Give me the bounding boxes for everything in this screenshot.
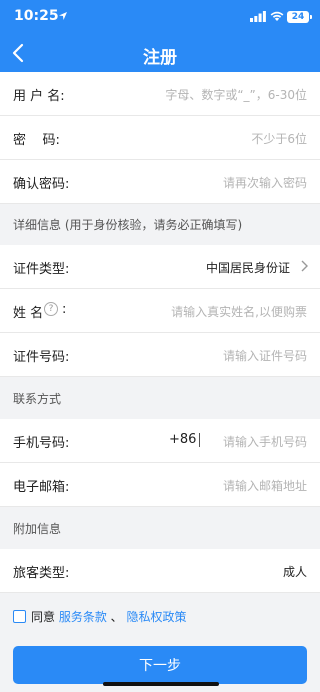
email-row[interactable]: 电子邮箱: 请输入邮箱地址 xyxy=(0,463,320,507)
next-button[interactable]: 下一步 xyxy=(13,646,307,684)
location-arrow-icon xyxy=(59,12,67,20)
phone-divider xyxy=(199,433,200,447)
home-indicator xyxy=(103,682,219,686)
username-input[interactable]: 字母、数字或“_”，6-30位 xyxy=(165,86,307,103)
question-circle-icon[interactable]: ? xyxy=(44,302,58,316)
confirm-password-label: 确认密码: xyxy=(13,177,70,192)
nav-bar: 注册 xyxy=(0,34,320,72)
name-row[interactable]: 姓 名 ? : 请输入真实姓名,以便购票 xyxy=(0,289,320,333)
id-type-row[interactable]: 证件类型: 中国居民身份证 xyxy=(0,245,320,289)
battery-level: 24 xyxy=(287,11,312,23)
id-type-value[interactable]: 中国居民身份证 xyxy=(206,259,290,276)
status-bar: 10:25 24 xyxy=(0,0,320,34)
chevron-right-icon[interactable] xyxy=(300,260,308,272)
name-colon: : xyxy=(62,302,67,317)
name-label: 姓 名 xyxy=(13,306,44,321)
id-type-label: 证件类型: xyxy=(13,262,70,277)
username-row[interactable]: 用 户 名: 字母、数字或“_”，6-30位 xyxy=(0,72,320,116)
extra-section-title: 附加信息 xyxy=(13,522,62,536)
password-label: 密 码: xyxy=(13,133,60,148)
agreement-checkbox[interactable] xyxy=(13,610,26,623)
phone-country-code[interactable]: +86 xyxy=(169,432,196,447)
extra-section-header: 附加信息 xyxy=(0,508,320,548)
terms-link[interactable]: 服务条款 xyxy=(59,610,107,624)
password-input[interactable]: 不少于6位 xyxy=(251,130,307,147)
contact-section-title: 联系方式 xyxy=(13,392,62,406)
id-number-input[interactable]: 请输入证件号码 xyxy=(223,347,307,364)
header-bar: 10:25 24 注册 xyxy=(0,0,320,72)
status-time: 10:25 xyxy=(14,8,59,24)
phone-label: 手机号码: xyxy=(13,436,70,451)
agreement-prefix: 同意 xyxy=(31,610,59,624)
confirm-password-input[interactable]: 请再次输入密码 xyxy=(223,174,307,191)
agreement-text: 同意 服务条款 、 隐私权政策 xyxy=(31,608,187,625)
page-title: 注册 xyxy=(143,48,177,68)
contact-section-header: 联系方式 xyxy=(0,378,320,418)
phone-row[interactable]: 手机号码: +86 请输入手机号码 xyxy=(0,419,320,463)
username-label: 用 户 名: xyxy=(13,89,65,104)
email-label: 电子邮箱: xyxy=(13,480,70,495)
wifi-icon xyxy=(270,11,284,21)
name-input[interactable]: 请输入真实姓名,以便购票 xyxy=(171,303,307,320)
agreement-separator: 、 xyxy=(106,610,127,624)
confirm-password-row[interactable]: 确认密码: 请再次输入密码 xyxy=(0,160,320,204)
id-number-row[interactable]: 证件号码: 请输入证件号码 xyxy=(0,333,320,377)
detail-section-title: 详细信息 (用于身份核验，请务必正确填写) xyxy=(13,218,243,232)
passenger-type-value[interactable]: 成人 xyxy=(283,563,307,580)
password-row[interactable]: 密 码: 不少于6位 xyxy=(0,116,320,160)
passenger-type-label: 旅客类型: xyxy=(13,566,70,581)
passenger-type-row[interactable]: 旅客类型: 成人 xyxy=(0,549,320,593)
phone-input[interactable]: 请输入手机号码 xyxy=(223,433,307,450)
detail-section-header: 详细信息 (用于身份核验，请务必正确填写) xyxy=(0,204,320,244)
cellular-signal-icon xyxy=(250,11,266,22)
email-input[interactable]: 请输入邮箱地址 xyxy=(223,477,307,494)
privacy-link[interactable]: 隐私权政策 xyxy=(126,610,186,624)
id-number-label: 证件号码: xyxy=(13,350,70,365)
